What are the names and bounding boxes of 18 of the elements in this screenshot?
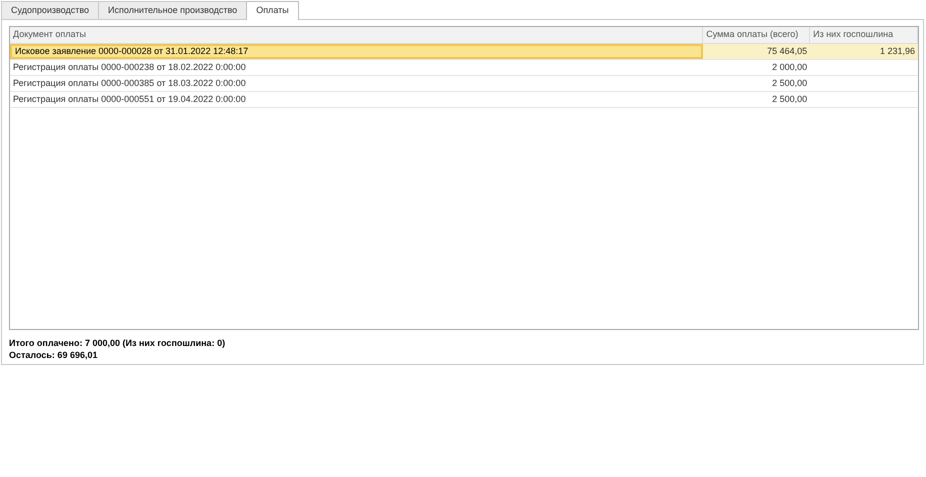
- column-header[interactable]: Документ оплаты: [10, 27, 704, 43]
- summary-text: Осталось: 69 696,01: [9, 349, 98, 361]
- table-cell-text: Регистрация оплаты 0000-000551 от 19.04.2022 0:00:00: [12, 92, 247, 106]
- tab[interactable]: Исполнительное производство: [98, 1, 248, 19]
- table-cell-text: Регистрация оплаты 0000-000238 от 18.02.2022 0:00:00: [12, 60, 247, 74]
- table-cell: Исковое заявление 0000-000028 от 31.01.2022 12:48:17: [10, 44, 704, 59]
- tab[interactable]: Оплаты: [246, 1, 299, 20]
- table-cell-text: 2 500,00: [771, 92, 808, 106]
- column-header[interactable]: Сумма оплаты (всего): [703, 27, 810, 43]
- table-cell-text: 1 231,96: [878, 44, 916, 58]
- summary-text: Итого оплачено: 7 000,00 (Из них госпошлина: 0): [9, 337, 226, 349]
- table-cell-text: 2 000,00: [771, 60, 808, 74]
- tab[interactable]: Судопроизводство: [1, 1, 100, 19]
- table-cell-text: Регистрация оплаты 0000-000385 от 18.03.2022 0:00:00: [12, 76, 247, 90]
- table-cell-text: 2 500,00: [771, 76, 808, 90]
- table-row[interactable]: Исковое заявление 0000-000028 от 31.01.2022 12:48:17 75 464,05 1 231,96: [10, 44, 918, 60]
- column-header[interactable]: Из них госпошлина: [810, 27, 918, 43]
- table-cell-text: 75 464,05: [766, 44, 808, 58]
